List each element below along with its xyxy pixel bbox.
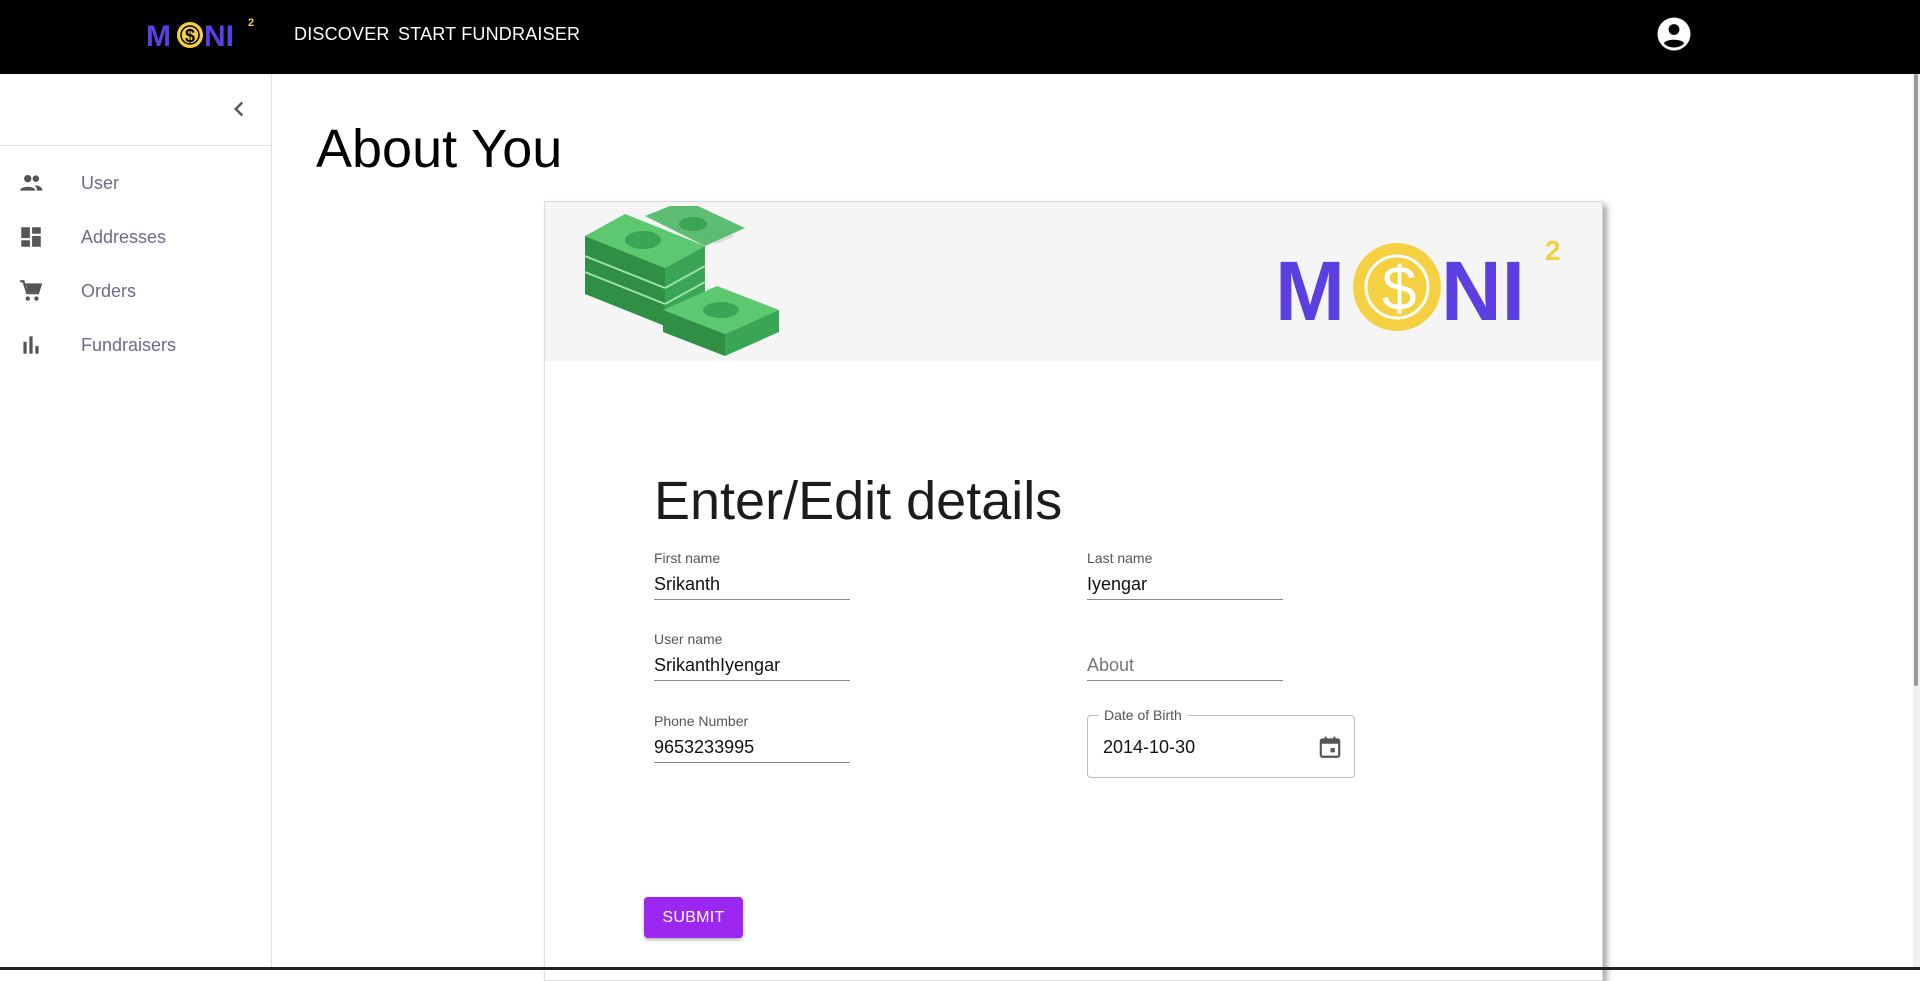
phone-number-label: Phone Number [654,713,749,729]
user-name-input[interactable]: SrikanthIyengar [654,649,850,681]
sidebar-header [0,74,271,146]
date-of-birth-input[interactable]: 2014-10-30 [1103,737,1195,758]
svg-text:2: 2 [1545,235,1561,266]
about-label-spacer [1087,631,1283,649]
nav-start-fundraiser[interactable]: START FUNDRAISER [398,24,580,45]
svg-text:M: M [1275,244,1345,338]
cart-icon [20,280,43,301]
brand-logo[interactable]: M $ NI 2 [144,14,260,54]
first-name-field[interactable]: First name Srikanth [654,550,850,600]
card-banner: M $ NI 2 [545,202,1602,361]
sidebar-item-orders[interactable]: Orders [0,264,271,318]
calendar-icon[interactable] [1317,734,1343,760]
svg-text:NI: NI [1441,244,1525,338]
sidebar-item-label: Orders [81,280,137,301]
phone-number-input[interactable]: 9653233995 [654,731,850,763]
dashboard-icon [21,227,41,247]
top-app-bar: M $ NI 2 DISCOVER START FUNDRAISER [0,0,1920,74]
phone-number-field[interactable]: Phone Number 9653233995 [654,713,850,763]
last-name-input[interactable]: Iyengar [1087,568,1283,600]
sidebar-item-user[interactable]: User [0,156,271,210]
chevron-left-icon[interactable] [226,96,252,122]
people-icon [20,174,43,191]
first-name-input[interactable]: Srikanth [654,568,850,600]
user-name-field[interactable]: User name SrikanthIyengar [654,631,850,681]
profile-card: M $ NI 2 Enter/Edit details First name S… [544,201,1603,981]
about-field[interactable]: About [1087,631,1283,681]
about-input[interactable]: About [1087,649,1283,681]
sidebar-item-addresses[interactable]: Addresses [0,210,271,264]
user-name-label: User name [654,631,723,647]
sidebar: User Addresses Orders Fundraisers [0,74,272,970]
submit-button[interactable]: SUBMIT [644,897,743,938]
date-of-birth-label: Date of Birth [1098,707,1188,723]
scrollbar-thumb[interactable] [1914,74,1918,686]
sidebar-item-label: User [81,172,120,193]
last-name-field[interactable]: Last name Iyengar [1087,550,1283,600]
sidebar-item-label: Addresses [81,226,167,247]
money-stack-image [585,206,779,356]
first-name-label: First name [654,550,721,566]
banner-brand-logo: M $ NI 2 [1275,235,1561,338]
svg-text:$: $ [1382,255,1416,324]
nav-discover[interactable]: DISCOVER [294,24,390,45]
sidebar-item-fundraisers[interactable]: Fundraisers [0,318,271,372]
form-title: Enter/Edit details [654,471,1063,531]
bar-chart-icon [23,336,39,354]
svg-text:M: M [146,20,171,53]
account-circle-icon[interactable] [1656,16,1692,52]
svg-text:$: $ [185,26,195,46]
last-name-label: Last name [1087,550,1153,566]
svg-text:NI: NI [204,20,234,53]
page-title: About You [316,119,563,179]
svg-text:2: 2 [248,17,254,29]
date-of-birth-field[interactable]: Date of Birth 2014-10-30 [1087,707,1355,778]
sidebar-item-label: Fundraisers [81,334,177,355]
